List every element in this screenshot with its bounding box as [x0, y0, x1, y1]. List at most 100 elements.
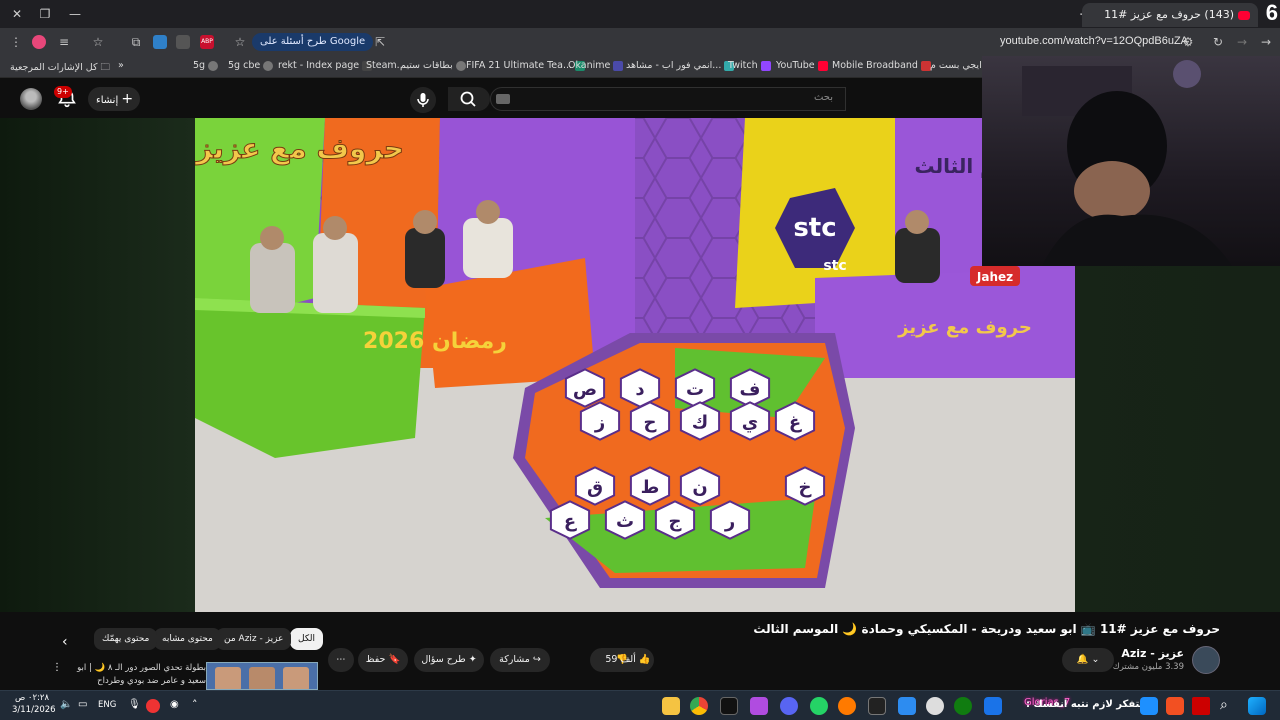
- okanime-icon: [613, 60, 624, 71]
- app-icon[interactable]: [868, 697, 886, 715]
- adblock-icon[interactable]: ABP: [200, 35, 214, 49]
- ask-button[interactable]: طرح سؤال ✦: [414, 648, 484, 672]
- star-bookmark-icon[interactable]: ☆: [90, 34, 106, 50]
- bookmark-item[interactable]: بطاقات ستيم: [400, 60, 469, 71]
- search-input[interactable]: بحث: [490, 87, 846, 111]
- speaker-icon[interactable]: 🔈: [60, 699, 72, 710]
- profile-icon[interactable]: [32, 35, 46, 49]
- save-button[interactable]: حفظ 🔖: [358, 648, 408, 672]
- extension-b-icon[interactable]: [176, 35, 190, 49]
- app-icon[interactable]: [984, 697, 1002, 715]
- more-actions-icon[interactable]: ⋯: [328, 648, 354, 672]
- discord-icon[interactable]: [780, 697, 798, 715]
- bookmark-star-icon[interactable]: ☆: [232, 34, 248, 50]
- site-settings-icon[interactable]: ⚙: [1180, 34, 1196, 50]
- menu-icon[interactable]: ⋮: [8, 34, 24, 50]
- tray-app-icon[interactable]: [146, 699, 160, 713]
- mic-tray-icon[interactable]: 🎙: [128, 699, 141, 710]
- chip-from-aziz[interactable]: من Aziz - عزيز: [216, 628, 292, 650]
- bookmark-item[interactable]: 5g cbe: [228, 60, 276, 71]
- board-letter: ث: [616, 511, 634, 532]
- extensions-icon[interactable]: ⧉: [128, 34, 144, 50]
- tab-title: (143) حروف مع عزيز #11: [1104, 8, 1234, 21]
- chrome-icon[interactable]: [690, 697, 708, 715]
- search-icon[interactable]: ⌕: [1220, 697, 1228, 713]
- video-frame: stc stc سم الثالث حروف مع عزيز رمضان 202…: [195, 118, 1075, 612]
- channel-name[interactable]: عزيز - Aziz: [1121, 647, 1184, 660]
- board-letter: ن: [692, 477, 707, 498]
- recommendation-title[interactable]: بطولة تحدي الصور دور الـ ٨ 🌙 | ابو سعيد …: [62, 662, 206, 688]
- cast-icon[interactable]: ⇱: [372, 34, 388, 50]
- app-icon[interactable]: [838, 697, 856, 715]
- search-icon: [460, 91, 476, 107]
- bookmark-item[interactable]: 5g: [193, 60, 221, 71]
- search-button[interactable]: [448, 87, 490, 111]
- bookmark-item[interactable]: Mobile Broadband: [832, 60, 934, 71]
- video-player[interactable]: stc stc سم الثالث حروف مع عزيز رمضان 202…: [195, 118, 1075, 612]
- thumbnail-face: [215, 667, 241, 689]
- bookmark-item[interactable]: rekt - Index page: [278, 60, 375, 71]
- language-indicator[interactable]: ENG: [98, 700, 116, 710]
- app-icon[interactable]: [1140, 697, 1158, 715]
- stc-logo-small: stc: [823, 258, 846, 274]
- close-window-icon[interactable]: ✕: [6, 4, 28, 24]
- network-icon[interactable]: ▭: [78, 699, 87, 710]
- bookmark-item[interactable]: Twitch: [728, 60, 774, 71]
- windows-taskbar: ٠٢:٢٨ ص 3/11/2026 🔈 ▭ ENG 🎙 ◉ ˄ Glorias_…: [0, 690, 1280, 720]
- clock-time[interactable]: ٠٢:٢٨ ص: [14, 693, 50, 703]
- chip-similar[interactable]: محتوى مشابه: [154, 628, 221, 650]
- thumbnail-face: [283, 667, 309, 689]
- start-icon[interactable]: [1248, 697, 1266, 715]
- like-button[interactable]: 59 ألف 👍: [600, 648, 656, 672]
- minimize-window-icon[interactable]: —: [64, 4, 86, 24]
- steam-icon: [455, 60, 466, 71]
- xbox-icon[interactable]: [954, 697, 972, 715]
- subscribe-bell-button[interactable]: 🔔 ⌄: [1062, 648, 1114, 672]
- url-bar[interactable]: youtube.com/watch?v=12OQpdB6uZA: [1000, 35, 1188, 47]
- file-explorer-icon[interactable]: [662, 697, 680, 715]
- tray-app-icon[interactable]: ◉: [170, 699, 179, 710]
- whatsapp-icon[interactable]: [810, 697, 828, 715]
- forward-icon[interactable]: →: [1234, 34, 1250, 50]
- ramadan-logo: رمضان 2026: [363, 329, 507, 354]
- keyboard-icon[interactable]: [496, 94, 510, 104]
- all-bookmarks[interactable]: كل الإشارات المرجعية 🗀: [10, 60, 110, 76]
- board-letter: ح: [644, 412, 657, 433]
- tab-youtube[interactable]: (143) حروف مع عزيز #11: [1082, 3, 1258, 27]
- chevron-up-icon[interactable]: ˄: [192, 698, 198, 711]
- recommendation-thumbnail[interactable]: [206, 662, 318, 690]
- bookmark-item[interactable]: YouTube: [776, 60, 831, 71]
- share-button[interactable]: مشاركة ↪: [490, 648, 550, 672]
- back-icon[interactable]: →: [1258, 34, 1274, 50]
- chevron-more-icon[interactable]: »: [118, 60, 124, 71]
- board-letter: د: [635, 379, 644, 400]
- app-icon[interactable]: [750, 697, 768, 715]
- clock-date[interactable]: 3/11/2026: [12, 705, 56, 715]
- chip-all[interactable]: الكل: [290, 628, 324, 650]
- create-button[interactable]: إنشاء +: [88, 87, 140, 111]
- obs-icon[interactable]: [926, 697, 944, 715]
- subscriber-count: 3.39 مليون مشترك: [1112, 662, 1184, 672]
- bookmark-item[interactable]: انمي فور اب - مشاهد...: [626, 60, 737, 71]
- capcut-icon[interactable]: [720, 697, 738, 715]
- chip-interests[interactable]: محتوى يهمّك: [94, 628, 158, 650]
- reload-icon[interactable]: ↻: [1210, 34, 1226, 50]
- avatar[interactable]: [20, 88, 42, 110]
- restore-window-icon[interactable]: ❐: [34, 4, 56, 24]
- extension-a-icon[interactable]: [153, 35, 167, 49]
- board-letter: ي: [742, 412, 759, 433]
- mic-icon[interactable]: [410, 87, 436, 113]
- bookmark-item[interactable]: Okanime: [568, 60, 626, 71]
- app-icon[interactable]: [898, 697, 916, 715]
- youtube-icon: [817, 60, 828, 71]
- office-icon[interactable]: [1166, 697, 1184, 715]
- channel-avatar[interactable]: [1192, 646, 1220, 674]
- reading-list-icon[interactable]: ≡: [56, 34, 72, 50]
- board-letter: ف: [740, 379, 761, 400]
- chevron-left-icon[interactable]: ‹: [62, 634, 68, 650]
- recommendation-menu-icon[interactable]: ⋮: [52, 662, 62, 673]
- ticker-message: متفكر لازم نتبه انفسك :: [1026, 699, 1146, 710]
- acrobat-icon[interactable]: [1192, 697, 1210, 715]
- ask-google-chip[interactable]: طرح أسئلة على Google: [252, 33, 374, 51]
- globe-icon: [208, 60, 219, 71]
